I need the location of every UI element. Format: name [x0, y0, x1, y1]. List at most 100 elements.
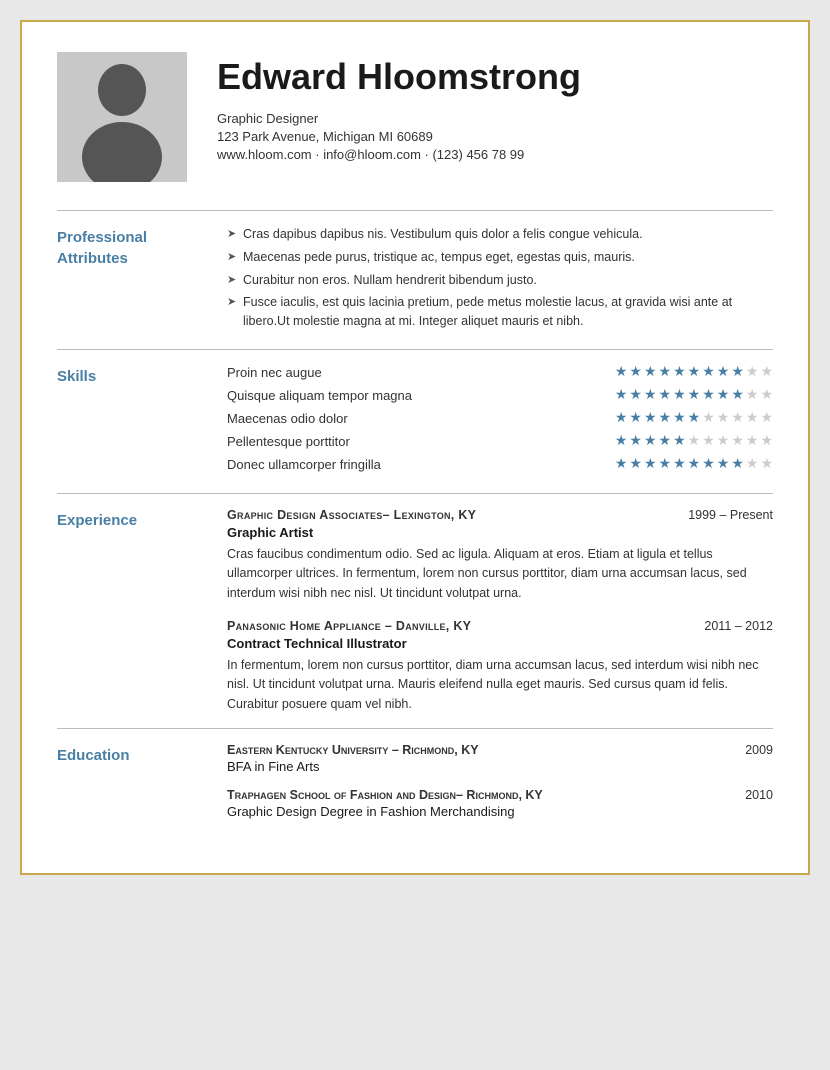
star-filled: ★: [629, 364, 642, 381]
star-empty: ★: [746, 433, 759, 450]
star-empty: ★: [746, 410, 759, 427]
star-filled: ★: [731, 364, 744, 381]
exp-desc: In fermentum, lorem non cursus porttitor…: [227, 656, 773, 714]
edu-school: Eastern Kentucky University – Richmond, …: [227, 743, 479, 757]
star-empty: ★: [746, 387, 759, 404]
star-empty: ★: [746, 364, 759, 381]
address: 123 Park Avenue, Michigan MI 60689: [217, 129, 773, 144]
experience-block: Panasonic Home Appliance – Danville, KY 2…: [227, 619, 773, 714]
skill-row: Maecenas odio dolor★★★★★★★★★★★: [227, 410, 773, 427]
star-empty: ★: [702, 433, 715, 450]
avatar: [57, 52, 187, 182]
edu-year: 2009: [745, 743, 773, 757]
exp-dates: 2011 – 2012: [704, 619, 773, 633]
resume-document: Edward Hloomstrong Graphic Designer 123 …: [20, 20, 810, 875]
skill-name: Quisque aliquam tempor magna: [227, 388, 412, 403]
star-filled: ★: [659, 456, 672, 473]
star-empty: ★: [702, 410, 715, 427]
star-filled: ★: [688, 456, 701, 473]
skill-name: Pellentesque porttitor: [227, 434, 350, 449]
experience-section: Experience Graphic Design Associates– Le…: [57, 494, 773, 729]
star-filled: ★: [659, 433, 672, 450]
star-filled: ★: [659, 410, 672, 427]
skills-label: Skills: [57, 364, 227, 387]
star-empty: ★: [688, 433, 701, 450]
header-info: Edward Hloomstrong Graphic Designer 123 …: [217, 52, 773, 162]
star-filled: ★: [644, 433, 657, 450]
star-empty: ★: [731, 433, 744, 450]
star-filled: ★: [731, 456, 744, 473]
star-filled: ★: [717, 364, 730, 381]
star-empty: ★: [731, 410, 744, 427]
education-label: Education: [57, 743, 227, 766]
star-filled: ★: [629, 387, 642, 404]
star-filled: ★: [702, 364, 715, 381]
star-filled: ★: [659, 364, 672, 381]
star-empty: ★: [760, 364, 773, 381]
skill-stars: ★★★★★★★★★★★: [615, 410, 773, 427]
star-filled: ★: [615, 456, 628, 473]
star-filled: ★: [629, 410, 642, 427]
star-filled: ★: [688, 410, 701, 427]
edu-degree: BFA in Fine Arts: [227, 759, 773, 774]
education-block: Eastern Kentucky University – Richmond, …: [227, 743, 773, 774]
star-filled: ★: [644, 387, 657, 404]
experience-block: Graphic Design Associates– Lexington, KY…: [227, 508, 773, 603]
star-empty: ★: [760, 410, 773, 427]
edu-header: Eastern Kentucky University – Richmond, …: [227, 743, 773, 757]
exp-header: Panasonic Home Appliance – Danville, KY 2…: [227, 619, 773, 633]
skill-stars: ★★★★★★★★★★★: [615, 433, 773, 450]
contact: www.hloom.com · info@hloom.com · (123) 4…: [217, 147, 773, 162]
candidate-name: Edward Hloomstrong: [217, 57, 773, 97]
exp-company: Graphic Design Associates– Lexington, KY: [227, 508, 476, 522]
skill-row: Pellentesque porttitor ★★★★★★★★★★★: [227, 433, 773, 450]
exp-dates: 1999 – Present: [688, 508, 773, 522]
exp-company: Panasonic Home Appliance – Danville, KY: [227, 619, 471, 633]
star-filled: ★: [615, 410, 628, 427]
exp-role: Graphic Artist: [227, 525, 773, 540]
star-filled: ★: [673, 387, 686, 404]
skill-stars: ★★★★★★★★★★★: [615, 364, 773, 381]
star-filled: ★: [629, 433, 642, 450]
star-filled: ★: [673, 364, 686, 381]
star-empty: ★: [717, 410, 730, 427]
star-filled: ★: [615, 433, 628, 450]
star-filled: ★: [615, 364, 628, 381]
star-filled: ★: [702, 456, 715, 473]
exp-header: Graphic Design Associates– Lexington, KY…: [227, 508, 773, 522]
attr-item-1: Cras dapibus dapibus nis. Vestibulum qui…: [227, 225, 773, 244]
star-filled: ★: [673, 410, 686, 427]
experience-content: Graphic Design Associates– Lexington, KY…: [227, 508, 773, 714]
star-filled: ★: [615, 387, 628, 404]
professional-attributes-label: ProfessionalAttributes: [57, 225, 227, 269]
header-section: Edward Hloomstrong Graphic Designer 123 …: [57, 52, 773, 192]
star-filled: ★: [717, 456, 730, 473]
star-filled: ★: [644, 364, 657, 381]
star-filled: ★: [629, 456, 642, 473]
star-empty: ★: [760, 456, 773, 473]
star-empty: ★: [717, 433, 730, 450]
edu-header: Traphagen School of Fashion and Design– …: [227, 788, 773, 802]
star-empty: ★: [746, 456, 759, 473]
skill-name: Donec ullamcorper fringilla: [227, 457, 381, 472]
attr-item-3: Curabitur non eros. Nullam hendrerit bib…: [227, 271, 773, 290]
star-filled: ★: [717, 387, 730, 404]
skills-content: Proin nec augue★★★★★★★★★★★Quisque aliqua…: [227, 364, 773, 479]
skill-stars: ★★★★★★★★★★★: [615, 387, 773, 404]
skill-name: Proin nec augue: [227, 365, 322, 380]
star-filled: ★: [673, 433, 686, 450]
attr-item-2: Maecenas pede purus, tristique ac, tempu…: [227, 248, 773, 267]
attr-item-4: Fusce iaculis, est quis lacinia pretium,…: [227, 293, 773, 331]
attr-list: Cras dapibus dapibus nis. Vestibulum qui…: [227, 225, 773, 331]
edu-school: Traphagen School of Fashion and Design– …: [227, 788, 543, 802]
education-section: Education Eastern Kentucky University – …: [57, 729, 773, 833]
skill-row: Quisque aliquam tempor magna ★★★★★★★★★★★: [227, 387, 773, 404]
star-filled: ★: [673, 456, 686, 473]
skills-section: Skills Proin nec augue★★★★★★★★★★★Quisque…: [57, 350, 773, 494]
edu-degree: Graphic Design Degree in Fashion Merchan…: [227, 804, 773, 819]
skill-row: Proin nec augue ★★★★★★★★★★★: [227, 364, 773, 381]
star-filled: ★: [688, 387, 701, 404]
star-filled: ★: [659, 387, 672, 404]
edu-year: 2010: [745, 788, 773, 802]
professional-attributes-content: Cras dapibus dapibus nis. Vestibulum qui…: [227, 225, 773, 335]
